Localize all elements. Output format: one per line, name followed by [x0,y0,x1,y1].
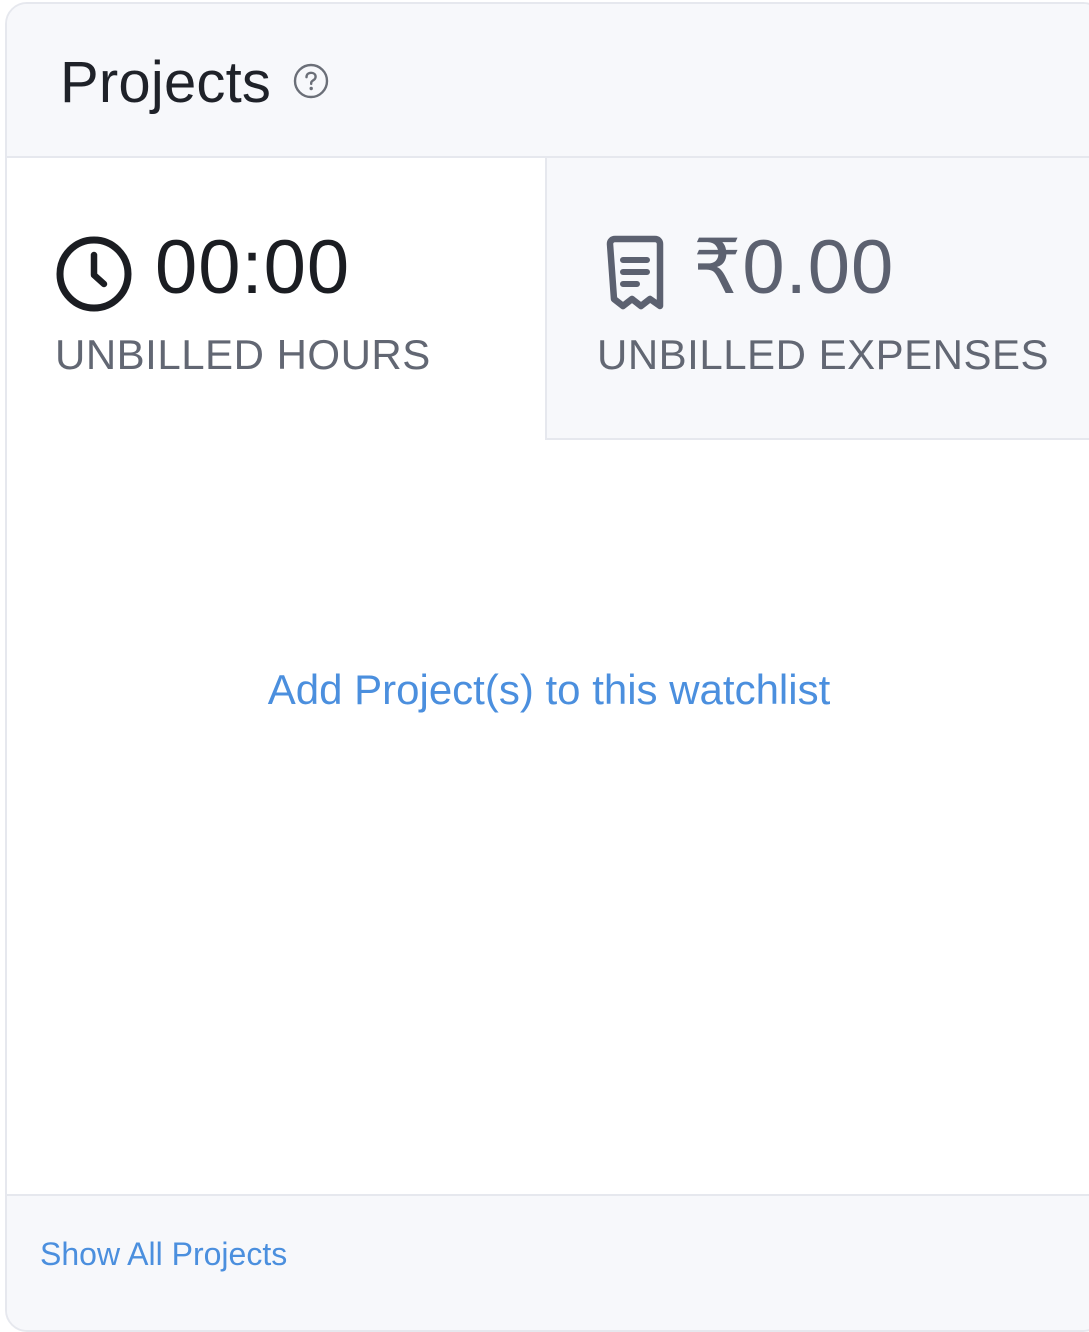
unbilled-hours-label: UNBILLED HOURS [55,331,431,378]
widget-footer: Show All Projects [7,1194,1089,1330]
widget-header: Projects [7,4,1089,158]
projects-widget: Projects 00:00 UNBILLED HOURS ₹0.00 UNBI… [5,2,1089,1332]
unbilled-hours-value: 00:00 [155,225,351,310]
show-all-projects-link[interactable]: Show All Projects [40,1234,287,1274]
question-circle-icon[interactable] [292,62,330,100]
widget-title: Projects [60,50,272,115]
unbilled-hours-tile[interactable]: 00:00 UNBILLED HOURS [7,158,547,440]
unbilled-expenses-label: UNBILLED EXPENSES [597,331,1050,378]
unbilled-expenses-tile[interactable]: ₹0.00 UNBILLED EXPENSES [547,158,1089,440]
stats-row: 00:00 UNBILLED HOURS ₹0.00 UNBILLED EXPE… [7,158,1089,440]
receipt-icon [606,235,664,310]
unbilled-expenses-value: ₹0.00 [693,225,895,310]
add-projects-watchlist-link[interactable]: Add Project(s) to this watchlist [7,664,1089,716]
clock-icon [56,236,132,312]
